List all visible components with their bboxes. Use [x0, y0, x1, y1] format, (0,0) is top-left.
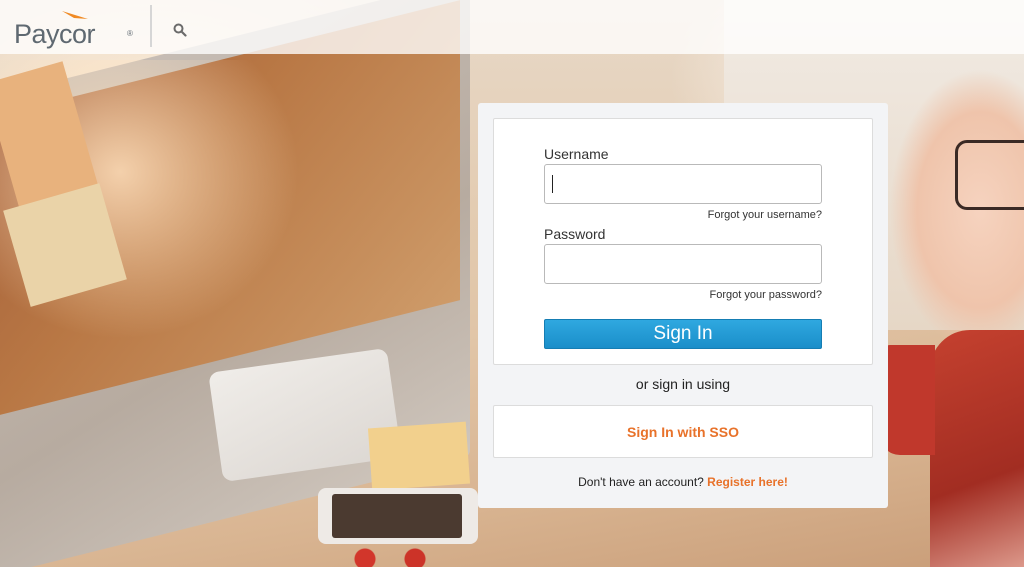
login-form: Username Forgot your username? Password … — [493, 118, 873, 365]
password-label: Password — [544, 226, 606, 242]
text-caret — [552, 175, 553, 193]
sso-button[interactable]: Sign In with SSO — [493, 405, 873, 458]
username-input[interactable] — [544, 164, 822, 204]
paycor-logo[interactable]: Paycor ® — [14, 9, 134, 49]
register-prompt: Don't have an account? — [578, 475, 704, 489]
or-sign-in-text: or sign in using — [635, 376, 731, 392]
login-card: Username Forgot your username? Password … — [478, 103, 888, 508]
header-divider — [150, 5, 152, 47]
sign-in-button[interactable]: Sign In — [544, 319, 822, 349]
search-icon — [173, 23, 187, 37]
sso-label: Sign In with SSO — [627, 423, 739, 440]
register-line: Don't have an account? Register here! — [478, 475, 888, 489]
top-header: Paycor ® — [0, 0, 1024, 54]
logo-text: Paycor — [14, 19, 96, 49]
register-link[interactable]: Register here! — [707, 475, 788, 489]
logo-registered-mark: ® — [127, 29, 133, 38]
password-input[interactable] — [544, 244, 822, 284]
username-label: Username — [544, 146, 609, 162]
search-button[interactable] — [168, 18, 192, 42]
forgot-username-link[interactable]: Forgot your username? — [708, 209, 822, 221]
forgot-password-link[interactable]: Forgot your password? — [710, 289, 823, 301]
